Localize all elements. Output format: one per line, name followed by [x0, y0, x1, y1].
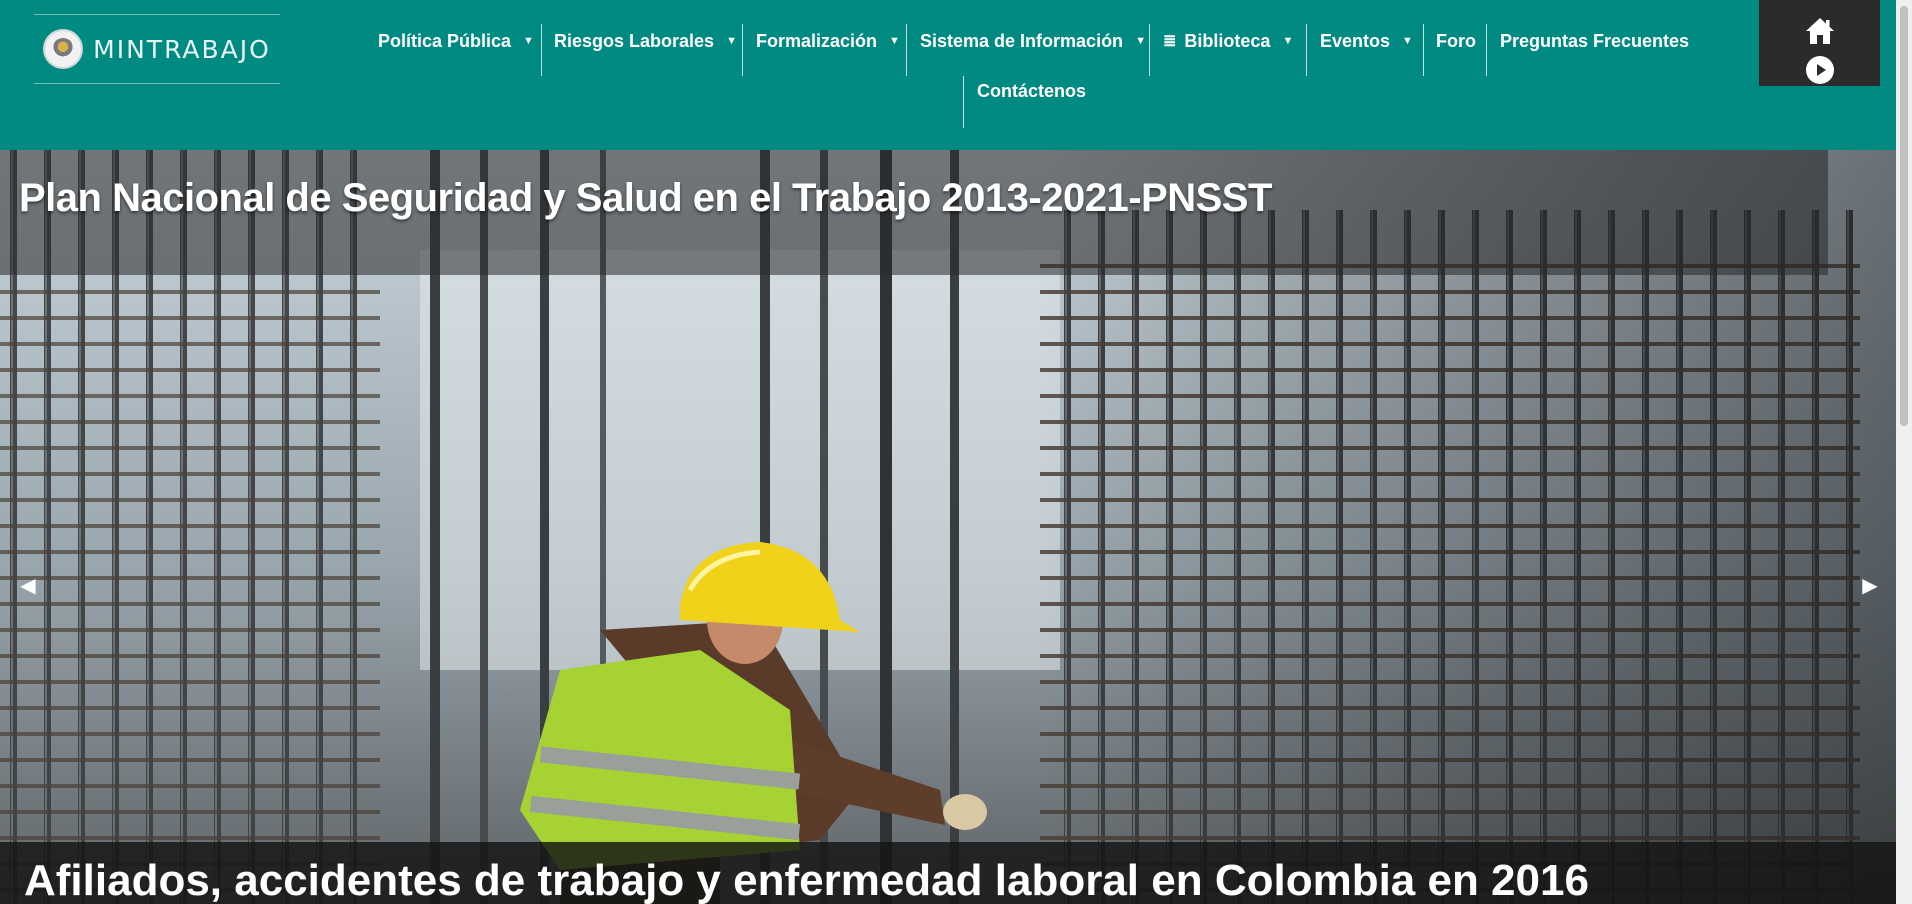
nav-item-foro[interactable]: Foro [1436, 20, 1476, 62]
coat-of-arms-icon [43, 29, 84, 69]
nav-divider [1486, 24, 1487, 76]
nav-item-label: Foro [1436, 30, 1476, 51]
logo-text: MINTRABAJO [93, 34, 271, 64]
nav-item-preguntas-frecuentes[interactable]: Preguntas Frecuentes [1500, 20, 1689, 62]
hero-slider: Plan Nacional de Seguridad y Salud en el… [0, 150, 1896, 904]
nav-item-contactenos[interactable]: Contáctenos [977, 70, 1086, 112]
nav-item-sistema-de-informacion[interactable]: Sistema de Información ▼ [920, 20, 1146, 62]
nav-item-eventos[interactable]: Eventos ▼ [1320, 20, 1413, 62]
page-scrollbar[interactable] [1896, 0, 1912, 904]
nav-divider [1306, 24, 1307, 76]
caret-down-icon: ▼ [1282, 35, 1294, 47]
caret-down-icon: ▼ [1402, 35, 1413, 47]
nav-divider [541, 24, 542, 76]
slide-title[interactable]: Plan Nacional de Seguridad y Salud en el… [19, 176, 1272, 221]
nav-item-label: Política Pública [378, 30, 512, 51]
nav-item-label: Biblioteca [1184, 30, 1271, 51]
home-icon[interactable] [1804, 16, 1836, 46]
nav-item-label: Riesgos Laborales [554, 30, 715, 51]
caret-down-icon: ▼ [523, 35, 534, 47]
play-icon[interactable] [1805, 55, 1835, 85]
nav-item-label: Sistema de Información [920, 30, 1124, 51]
nav-item-politica-publica[interactable]: Política Pública ▼ [378, 20, 534, 62]
slide-title-bar: Plan Nacional de Seguridad y Salud en el… [0, 150, 1828, 275]
mintrabajo-logo[interactable]: MINTRABAJO [34, 14, 280, 84]
nav-item-formalizacion[interactable]: Formalización ▼ [756, 20, 900, 62]
next-slide-bar: Afiliados, accidentes de trabajo y enfer… [0, 842, 1896, 904]
list-icon: ≣ [1163, 33, 1177, 50]
nav-item-biblioteca[interactable]: ≣ Biblioteca ▼ [1163, 20, 1293, 62]
chevron-left-icon[interactable]: ◀ [10, 565, 46, 605]
quick-links-box [1759, 0, 1880, 86]
next-slide-title[interactable]: Afiliados, accidentes de trabajo y enfer… [24, 856, 1589, 904]
nav-item-label: Preguntas Frecuentes [1500, 30, 1690, 51]
nav-divider [1149, 24, 1150, 76]
nav-item-label: Formalización [756, 30, 878, 51]
caret-down-icon: ▼ [726, 35, 737, 47]
nav-divider [1423, 24, 1424, 76]
caret-down-icon: ▼ [889, 35, 900, 47]
scrollbar-thumb[interactable] [1900, 6, 1908, 426]
nav-divider [963, 76, 964, 128]
main-nav: Política Pública ▼ Riesgos Laborales ▼ F… [366, 20, 1746, 130]
caret-down-icon: ▼ [1135, 35, 1146, 47]
nav-divider [906, 24, 907, 76]
chevron-right-icon[interactable]: ▶ [1852, 565, 1888, 605]
nav-item-label: Contáctenos [977, 80, 1087, 101]
nav-item-riesgos-laborales[interactable]: Riesgos Laborales ▼ [554, 20, 737, 62]
site-header: MINTRABAJO Política Pública ▼ Riesgos La… [0, 0, 1912, 150]
nav-divider [742, 24, 743, 76]
nav-item-label: Eventos [1320, 30, 1391, 51]
